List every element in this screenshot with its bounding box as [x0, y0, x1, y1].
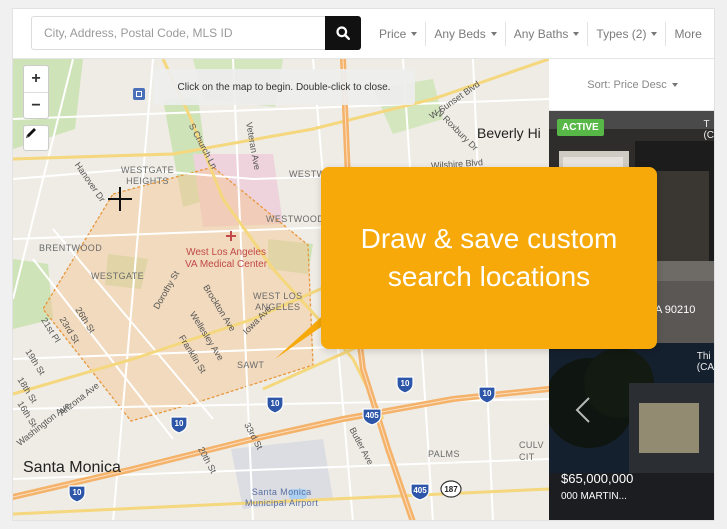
- zoom-in-button[interactable]: +: [24, 66, 48, 92]
- search-button[interactable]: [325, 16, 361, 50]
- sort-label: Sort: Price Desc: [587, 78, 667, 91]
- crosshair-cursor-icon: [108, 187, 132, 211]
- filter-types-label: Types (2): [596, 27, 647, 41]
- map-hint: Click on the map to begin. Double-click …: [153, 69, 415, 105]
- map-label-beverly-hills: Beverly Hi: [477, 125, 541, 141]
- map-label-brentwood: BRENTWOOD: [39, 243, 103, 253]
- chevron-left-icon[interactable]: [571, 395, 597, 425]
- chevron-down-icon: [573, 32, 580, 36]
- listing-side-text: Thi (CA: [696, 351, 714, 373]
- map-label-sawtelle: SAWT: [237, 360, 265, 370]
- filter-price[interactable]: Price: [371, 22, 427, 46]
- map-label-westgate: WESTGATE: [91, 271, 145, 281]
- map-label-palms: PALMS: [428, 449, 460, 459]
- filter-bar: Price Any Beds Any Baths Types (2) More: [371, 9, 710, 59]
- filter-types[interactable]: Types (2): [588, 22, 667, 46]
- filter-price-label: Price: [379, 27, 407, 41]
- map-label-culver-city: CULV CIT: [519, 440, 544, 462]
- filter-beds-label: Any Beds: [434, 27, 486, 41]
- zoom-control: + −: [23, 65, 49, 119]
- filter-baths-label: Any Baths: [513, 27, 569, 41]
- filter-beds[interactable]: Any Beds: [426, 22, 506, 46]
- zoom-out-button[interactable]: −: [24, 92, 48, 118]
- status-badge: ACTIVE: [557, 119, 604, 136]
- search-input[interactable]: [31, 16, 326, 50]
- pencil-icon: [26, 128, 36, 138]
- draw-tool-icon: [133, 88, 145, 100]
- listing-address: 000 MARTIN...: [561, 491, 627, 502]
- promo-callout: Draw & save custom search locations: [321, 167, 657, 349]
- map-label-santa-monica: Santa Monica: [23, 459, 121, 476]
- filter-baths[interactable]: Any Baths: [506, 22, 589, 46]
- search-bar: Price Any Beds Any Baths Types (2) More: [13, 9, 714, 59]
- listing-card[interactable]: Thi (CA $65,000,000 000 MARTIN...: [549, 343, 714, 520]
- map-label-va-medical-center: West Los Angeles VA Medical Center: [185, 247, 268, 270]
- app-frame: Price Any Beds Any Baths Types (2) More: [12, 8, 715, 521]
- chevron-down-icon: [651, 32, 658, 36]
- listing-price: $65,000,000: [561, 471, 634, 486]
- map-label-westwood-2: WESTWOOD: [266, 214, 325, 224]
- draw-button[interactable]: [23, 125, 49, 151]
- filter-more[interactable]: More: [666, 22, 709, 46]
- search-icon: [336, 26, 350, 40]
- filter-more-label: More: [674, 27, 702, 41]
- map-label-airport: Santa Monica Municipal Airport: [245, 487, 319, 508]
- chevron-down-icon: [490, 32, 497, 36]
- sort-dropdown[interactable]: Sort: Price Desc: [549, 59, 714, 111]
- chevron-down-icon: [411, 32, 418, 36]
- map-label-westgate-heights: WESTGATE HEIGHTS: [121, 165, 175, 186]
- promo-callout-text: Draw & save custom search locations: [360, 223, 618, 292]
- listing-side-text: T (C: [703, 119, 714, 141]
- chevron-down-icon: [671, 82, 678, 87]
